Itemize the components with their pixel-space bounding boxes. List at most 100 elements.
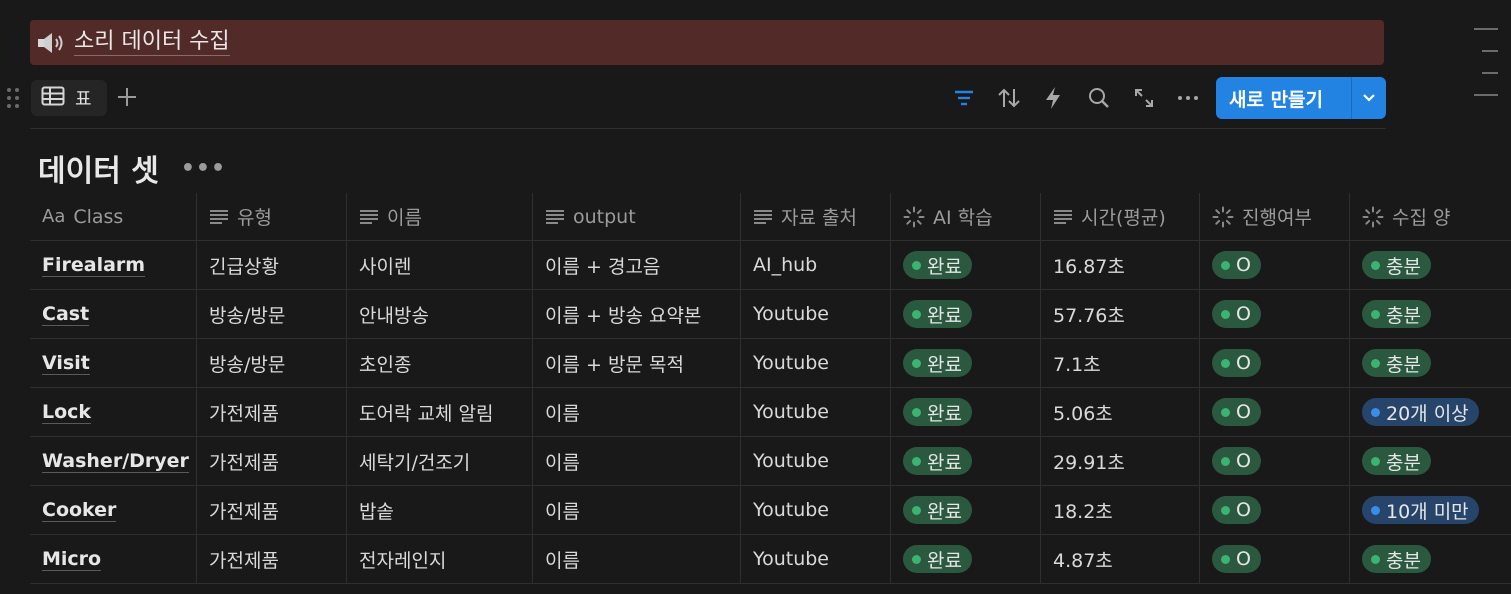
cell-time[interactable]: 16.87초 <box>1041 241 1200 289</box>
cell-amount[interactable]: 충분 <box>1350 535 1511 583</box>
cell-ai[interactable]: 완료 <box>891 437 1041 485</box>
cell-time[interactable]: 29.91초 <box>1041 437 1200 485</box>
cell-time[interactable]: 7.1초 <box>1041 339 1200 387</box>
row-title[interactable]: Lock <box>42 401 92 424</box>
cell-class[interactable]: Lock <box>30 388 197 436</box>
cell-progress[interactable]: O <box>1200 339 1350 387</box>
cell-time[interactable]: 4.87초 <box>1041 535 1200 583</box>
cell-source[interactable]: Youtube <box>741 339 891 387</box>
cell-output[interactable]: 이름 + 방송 요약본 <box>533 290 741 338</box>
cell-progress[interactable]: O <box>1200 290 1350 338</box>
cell-output[interactable]: 이름 + 방문 목적 <box>533 339 741 387</box>
row-title[interactable]: Micro <box>42 548 102 571</box>
cell-output[interactable]: 이름 <box>533 388 741 436</box>
database-title-text[interactable]: 데이터 셋 <box>38 146 159 190</box>
sort-icon[interactable] <box>997 86 1021 110</box>
cell-name[interactable]: 전자레인지 <box>347 535 533 583</box>
cell-type[interactable]: 가전제품 <box>197 437 347 485</box>
cell-output[interactable]: 이름 <box>533 486 741 534</box>
column-header-type[interactable]: 유형 <box>197 193 347 240</box>
cell-name[interactable]: 초인종 <box>347 339 533 387</box>
cell-amount[interactable]: 10개 미만 <box>1350 486 1511 534</box>
cell-time[interactable]: 18.2초 <box>1041 486 1200 534</box>
table-row[interactable]: Washer/Dryer 가전제품 세탁기/건조기 이름 Youtube 완료 29.91초… <box>30 437 1511 486</box>
column-header-class[interactable]: Aa Class <box>30 193 197 240</box>
search-icon[interactable] <box>1087 86 1111 110</box>
row-title[interactable]: Washer/Dryer <box>42 450 189 473</box>
cell-progress[interactable]: O <box>1200 437 1350 485</box>
cell-type[interactable]: 가전제품 <box>197 535 347 583</box>
table-row[interactable]: Firealarm 긴급상황 사이렌 이름 + 경고음 AI_hub 완료 16.87초 O 충… <box>30 241 1511 290</box>
cell-source[interactable]: Youtube <box>741 535 891 583</box>
chevron-down-icon[interactable] <box>1352 93 1386 103</box>
table-row[interactable]: Lock 가전제품 도어락 교체 알림 이름 Youtube 완료 5.06초 O 20개 이상 <box>30 388 1511 437</box>
drag-handle-icon[interactable] <box>6 86 20 110</box>
cell-name[interactable]: 도어락 교체 알림 <box>347 388 533 436</box>
automation-lightning-icon[interactable] <box>1041 86 1065 110</box>
row-title[interactable]: Cast <box>42 303 90 326</box>
page-title[interactable]: 소리 데이터 수집 <box>74 29 230 56</box>
column-header-progress[interactable]: 진행여부 <box>1200 193 1350 240</box>
cell-type[interactable]: 가전제품 <box>197 486 347 534</box>
cell-class[interactable]: Firealarm <box>30 241 197 289</box>
column-header-output[interactable]: output <box>533 193 741 240</box>
cell-name[interactable]: 안내방송 <box>347 290 533 338</box>
cell-class[interactable]: Visit <box>30 339 197 387</box>
cell-ai[interactable]: 완료 <box>891 339 1041 387</box>
cell-progress[interactable]: O <box>1200 486 1350 534</box>
more-options-icon[interactable] <box>1176 86 1200 110</box>
cell-class[interactable]: Washer/Dryer <box>30 437 197 485</box>
cell-type[interactable]: 긴급상황 <box>197 241 347 289</box>
cell-name[interactable]: 세탁기/건조기 <box>347 437 533 485</box>
cell-amount[interactable]: 충분 <box>1350 437 1511 485</box>
row-title[interactable]: Cooker <box>42 499 117 522</box>
cell-ai[interactable]: 완료 <box>891 535 1041 583</box>
column-header-ai[interactable]: AI 학습 <box>891 193 1041 240</box>
cell-source[interactable]: Youtube <box>741 437 891 485</box>
page-banner[interactable]: 소리 데이터 수집 <box>30 20 1384 65</box>
cell-source[interactable]: Youtube <box>741 388 891 436</box>
cell-name[interactable]: 밥솥 <box>347 486 533 534</box>
cell-time[interactable]: 57.76초 <box>1041 290 1200 338</box>
cell-amount[interactable]: 충분 <box>1350 290 1511 338</box>
cell-progress[interactable]: O <box>1200 241 1350 289</box>
table-row[interactable]: Visit 방송/방문 초인종 이름 + 방문 목적 Youtube 완료 7.1초 O 충분 <box>30 339 1511 388</box>
cell-time[interactable]: 5.06초 <box>1041 388 1200 436</box>
table-row[interactable]: Cast 방송/방문 안내방송 이름 + 방송 요약본 Youtube 완료 57.76초 O… <box>30 290 1511 339</box>
cell-progress[interactable]: O <box>1200 535 1350 583</box>
cell-type[interactable]: 방송/방문 <box>197 290 347 338</box>
filter-icon[interactable] <box>952 86 976 110</box>
view-tab-table[interactable]: 표 <box>31 80 107 116</box>
column-header-time[interactable]: 시간(평균) <box>1041 193 1200 240</box>
cell-progress[interactable]: O <box>1200 388 1350 436</box>
table-row[interactable]: Micro 가전제품 전자레인지 이름 Youtube 완료 4.87초 O 충분 <box>30 535 1511 584</box>
row-title[interactable]: Firealarm <box>42 254 146 277</box>
cell-ai[interactable]: 완료 <box>891 241 1041 289</box>
table-row[interactable]: Cooker 가전제품 밥솥 이름 Youtube 완료 18.2초 O 10개 미만 <box>30 486 1511 535</box>
database-more-button[interactable]: ••• <box>181 156 226 181</box>
new-button[interactable]: 새로 만들기 <box>1216 77 1386 119</box>
cell-output[interactable]: 이름 + 경고음 <box>533 241 741 289</box>
cell-amount[interactable]: 충분 <box>1350 241 1511 289</box>
cell-class[interactable]: Cast <box>30 290 197 338</box>
database-title[interactable]: 데이터 셋 ••• <box>38 146 226 190</box>
cell-ai[interactable]: 완료 <box>891 290 1041 338</box>
cell-name[interactable]: 사이렌 <box>347 241 533 289</box>
cell-amount[interactable]: 충분 <box>1350 339 1511 387</box>
cell-class[interactable]: Micro <box>30 535 197 583</box>
column-header-name[interactable]: 이름 <box>347 193 533 240</box>
cell-source[interactable]: Youtube <box>741 486 891 534</box>
cell-source[interactable]: Youtube <box>741 290 891 338</box>
cell-type[interactable]: 가전제품 <box>197 388 347 436</box>
column-header-amount[interactable]: 수집 양 <box>1350 193 1511 240</box>
column-header-source[interactable]: 자료 출처 <box>741 193 891 240</box>
add-view-icon[interactable] <box>116 86 138 108</box>
row-title[interactable]: Visit <box>42 352 90 375</box>
cell-class[interactable]: Cooker <box>30 486 197 534</box>
cell-output[interactable]: 이름 <box>533 535 741 583</box>
cell-type[interactable]: 방송/방문 <box>197 339 347 387</box>
cell-ai[interactable]: 완료 <box>891 388 1041 436</box>
cell-output[interactable]: 이름 <box>533 437 741 485</box>
expand-icon[interactable] <box>1132 86 1156 110</box>
cell-source[interactable]: AI_hub <box>741 241 891 289</box>
